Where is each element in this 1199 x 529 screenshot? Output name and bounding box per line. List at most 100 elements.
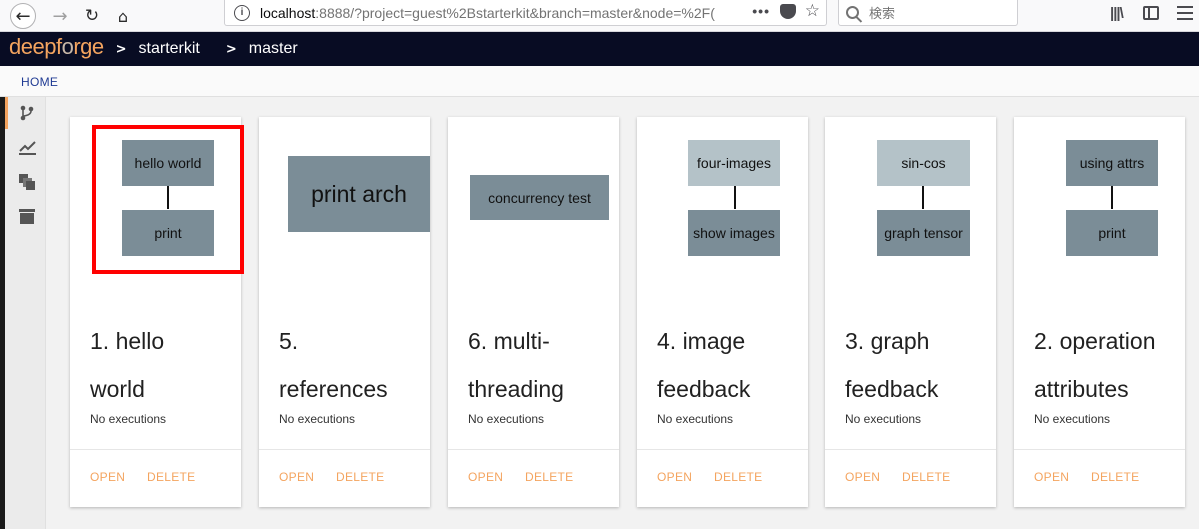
card-divider	[70, 449, 241, 450]
execution-status: No executions	[279, 412, 356, 426]
pipeline-card[interactable]: four-images show images 4. image feedback…	[637, 117, 808, 507]
reload-icon[interactable]: ↻	[79, 3, 105, 29]
card-title-line: feedback	[845, 376, 939, 402]
card-title: 3. graph feedback	[845, 317, 995, 413]
delete-button[interactable]: DELETE	[147, 470, 195, 484]
pipeline-edge	[734, 186, 736, 209]
execution-status: No executions	[1034, 412, 1111, 426]
card-title: 6. multi-threading	[468, 317, 618, 413]
card-title: 5. references	[279, 317, 429, 413]
logo-text-deep: deep	[9, 34, 56, 59]
pipeline-card[interactable]: concurrency test 6. multi-threading No e…	[448, 117, 619, 507]
delete-button[interactable]: DELETE	[902, 470, 950, 484]
pipeline-node: show images	[688, 210, 780, 256]
hamburger-menu-icon[interactable]	[1177, 6, 1193, 20]
delete-button[interactable]: DELETE	[336, 470, 384, 484]
url-host: localhost	[260, 4, 316, 21]
sidebar-toggle-icon[interactable]	[1143, 6, 1159, 20]
deepforge-logo[interactable]: deepforge	[9, 34, 104, 60]
pipelines-icon[interactable]	[17, 103, 37, 123]
execution-status: No executions	[657, 412, 734, 426]
home-link[interactable]: HOME	[21, 75, 58, 89]
artifacts-icon[interactable]	[17, 206, 37, 226]
pipeline-node: using attrs	[1066, 140, 1158, 186]
pipeline-edge	[1111, 186, 1113, 209]
card-divider	[637, 449, 808, 450]
card-title: 4. image feedback	[657, 317, 807, 413]
execution-status: No executions	[468, 412, 545, 426]
search-icon	[846, 6, 859, 19]
forward-arrow-icon[interactable]: →	[47, 3, 73, 29]
pocket-icon[interactable]	[780, 4, 796, 19]
pipeline-edge	[922, 186, 924, 209]
search-placeholder: 検索	[869, 7, 896, 22]
card-title-line: attributes	[1034, 376, 1129, 402]
card-title-line: world	[90, 376, 145, 402]
open-button[interactable]: OPEN	[90, 470, 125, 484]
open-button[interactable]: OPEN	[845, 470, 880, 484]
pipeline-node: print	[1066, 210, 1158, 256]
card-title-line: 4. image	[657, 328, 746, 354]
pipeline-preview[interactable]: print arch	[259, 117, 430, 317]
url-path: :8888/?project=guest%2Bstarterkit&branch…	[315, 4, 715, 21]
pipeline-card[interactable]: using attrs print 2. operation attributes…	[1014, 117, 1185, 507]
card-divider	[1014, 449, 1185, 450]
back-arrow-icon[interactable]: ←	[10, 3, 36, 29]
left-rail	[0, 97, 46, 529]
card-title: 2. operation attributes	[1034, 317, 1184, 413]
resources-icon[interactable]	[17, 172, 37, 192]
pipeline-node: four-images	[688, 140, 780, 186]
execution-status: No executions	[90, 412, 167, 426]
card-title-line: references	[279, 376, 388, 402]
home-icon[interactable]: ⌂	[110, 3, 136, 29]
bookmark-star-icon[interactable]: ☆	[805, 1, 820, 21]
card-title-line: 3. graph	[845, 328, 930, 354]
card-divider	[825, 449, 996, 450]
card-title-line: 1. hello	[90, 328, 165, 354]
card-title-line: feedback	[657, 376, 751, 402]
breadcrumb-branch[interactable]: master	[249, 40, 298, 58]
pipeline-node: graph tensor	[877, 210, 970, 256]
info-icon[interactable]: i	[234, 4, 250, 21]
app-header: deepforge > starterkit > master	[0, 32, 1199, 66]
breadcrumb-separator: >	[115, 41, 127, 57]
open-button[interactable]: OPEN	[279, 470, 314, 484]
open-button[interactable]: OPEN	[1034, 470, 1069, 484]
pipeline-node: concurrency test	[470, 175, 609, 220]
pipeline-preview[interactable]: concurrency test	[448, 117, 619, 317]
logo-text-o: o	[61, 34, 74, 59]
card-title-line: 6. multi-	[468, 328, 550, 354]
library-icon[interactable]: |||\	[1110, 5, 1124, 22]
breadcrumb-separator: >	[225, 41, 237, 57]
card-title-line: 5.	[279, 328, 299, 354]
rail-edge	[0, 97, 5, 529]
pipeline-node: sin-cos	[877, 140, 970, 186]
url-text[interactable]: localhost:8888/?project=guest%2Bstarterk…	[260, 5, 740, 21]
delete-button[interactable]: DELETE	[1091, 470, 1139, 484]
pipeline-card[interactable]: sin-cos graph tensor 3. graph feedback No…	[825, 117, 996, 507]
pipeline-preview[interactable]: four-images show images	[637, 117, 808, 317]
page-actions-icon[interactable]: •••	[752, 3, 770, 19]
delete-button[interactable]: DELETE	[525, 470, 573, 484]
rail-active-indicator	[5, 97, 8, 129]
address-bar[interactable]: i localhost:8888/?project=guest%2Bstarte…	[224, 0, 827, 26]
pipeline-card[interactable]: print arch 5. references No executions OP…	[259, 117, 430, 507]
search-box[interactable]: 検索	[838, 0, 1018, 26]
breadcrumb-project[interactable]: starterkit	[139, 40, 200, 58]
card-title-line: threading	[468, 376, 564, 402]
delete-button[interactable]: DELETE	[714, 470, 762, 484]
execution-status: No executions	[845, 412, 922, 426]
browser-toolbar: ← → ↻ ⌂ i localhost:8888/?project=guest%…	[0, 0, 1199, 32]
open-button[interactable]: OPEN	[657, 470, 692, 484]
executions-chart-icon[interactable]	[17, 137, 37, 157]
open-button[interactable]: OPEN	[468, 470, 503, 484]
subnav-bar: HOME	[0, 66, 1199, 97]
card-divider	[259, 449, 430, 450]
highlight-box	[92, 125, 244, 274]
pipeline-preview[interactable]: using attrs print	[1014, 117, 1185, 317]
card-divider	[448, 449, 619, 450]
pipeline-preview[interactable]: sin-cos graph tensor	[825, 117, 996, 317]
logo-text-rge: rge	[73, 34, 104, 59]
card-title-line: 2. operation	[1034, 328, 1156, 354]
pipeline-node: print arch	[288, 156, 430, 232]
